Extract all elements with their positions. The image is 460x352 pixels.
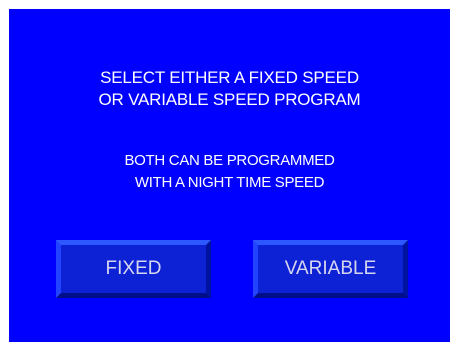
info-text: BOTH CAN BE PROGRAMMED WITH A NIGHT TIME… bbox=[9, 150, 450, 194]
fixed-button-label: FIXED bbox=[105, 258, 162, 279]
title-line-1: SELECT EITHER A FIXED SPEED bbox=[100, 68, 359, 87]
variable-button-label: VARIABLE bbox=[284, 258, 377, 279]
info-line-2: WITH A NIGHT TIME SPEED bbox=[134, 174, 325, 191]
variable-speed-button[interactable]: VARIABLE bbox=[253, 240, 408, 298]
fixed-speed-button[interactable]: FIXED bbox=[56, 240, 211, 298]
program-select-screen: SELECT EITHER A FIXED SPEED OR VARIABLE … bbox=[9, 9, 450, 342]
info-line-1: BOTH CAN BE PROGRAMMED bbox=[124, 152, 335, 169]
title-line-2: OR VARIABLE SPEED PROGRAM bbox=[98, 90, 361, 109]
page-title: SELECT EITHER A FIXED SPEED OR VARIABLE … bbox=[9, 67, 450, 111]
